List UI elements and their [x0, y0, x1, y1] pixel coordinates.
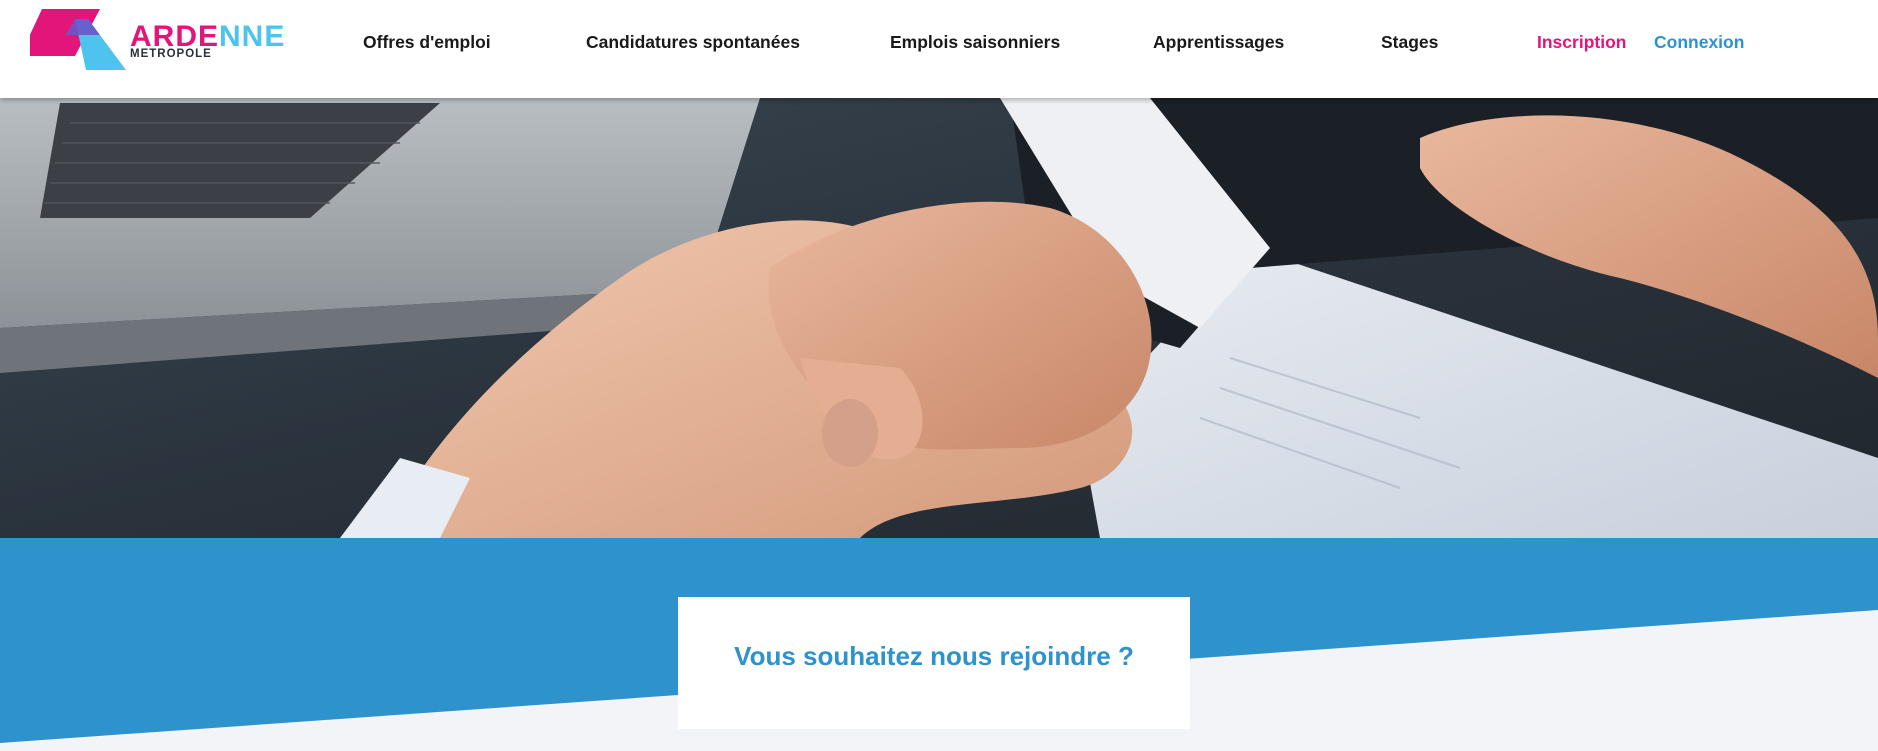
nav-emplois-saisonniers[interactable]: Emplois saisonniers	[890, 32, 1060, 52]
nav-stages[interactable]: Stages	[1381, 32, 1438, 52]
handshake-photo	[0, 98, 1878, 538]
cta-title: Vous souhaitez nous rejoindre ?	[734, 640, 1134, 671]
nav-offres-emploi[interactable]: Offres d'emploi	[363, 32, 491, 52]
nav-candidatures-spontanees[interactable]: Candidatures spontanées	[586, 32, 800, 52]
login-link[interactable]: Connexion	[1654, 32, 1744, 52]
cta-card: Vous souhaitez nous rejoindre ?	[678, 597, 1190, 729]
nav-apprentissages[interactable]: Apprentissages	[1153, 32, 1284, 52]
main-nav: Offres d'emploi Candidatures spontanées …	[0, 0, 1878, 84]
site-header: ARDENNE METROPOLE Offres d'emploi Candid…	[0, 0, 1878, 98]
signup-link[interactable]: Inscription	[1537, 32, 1626, 52]
hero-image	[0, 98, 1878, 538]
